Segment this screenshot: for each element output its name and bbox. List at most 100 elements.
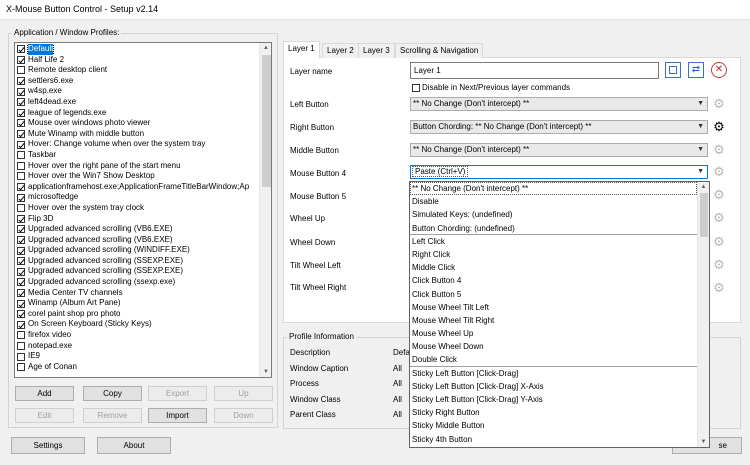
profile-checkbox[interactable] — [17, 278, 25, 287]
profile-checkbox[interactable] — [17, 55, 25, 64]
profile-checkbox[interactable] — [17, 204, 25, 213]
about-button[interactable]: About — [97, 437, 171, 454]
profile-list-item[interactable]: Age of Conan — [15, 362, 259, 373]
profile-list-item[interactable]: Upgraded advanced scrolling (SSEXP.EXE) — [15, 266, 259, 277]
copy-layer-icon[interactable] — [665, 62, 681, 78]
profile-list-item[interactable]: corel paint shop pro photo — [15, 309, 259, 320]
tab-layer-3[interactable]: Layer 3 — [358, 43, 395, 58]
dropdown-option[interactable]: Sticky 4th Button — [410, 433, 697, 446]
scroll-up-arrow-icon[interactable]: ▲ — [260, 43, 271, 53]
profile-list-item[interactable]: microsoftedge — [15, 192, 259, 203]
scroll-thumb[interactable] — [262, 55, 271, 187]
profile-checkbox[interactable] — [17, 193, 25, 202]
clear-layer-icon[interactable]: ✕ — [711, 62, 727, 78]
profile-checkbox[interactable] — [17, 352, 25, 361]
gear-icon[interactable]: ⚙ — [712, 234, 726, 249]
scroll-up-arrow-icon[interactable]: ▲ — [698, 182, 709, 192]
profiles-list[interactable]: Default Half Life 2 Remote desktop client s… — [14, 42, 272, 378]
profile-list-item[interactable]: w4sp.exe — [15, 86, 259, 97]
dropdown-option[interactable]: Mouse Wheel Tilt Right — [410, 314, 697, 327]
profile-checkbox[interactable] — [17, 331, 25, 340]
profile-list-item[interactable]: IE9 — [15, 351, 259, 362]
profile-checkbox[interactable] — [17, 363, 25, 372]
profile-checkbox[interactable] — [17, 214, 25, 223]
gear-icon[interactable]: ⚙ — [712, 119, 726, 134]
profile-checkbox[interactable] — [17, 299, 25, 308]
dropdown-option[interactable]: Disable — [410, 195, 697, 208]
profile-list-item[interactable]: notepad.exe — [15, 341, 259, 352]
profile-list-item[interactable]: applicationframehost.exe;ApplicationFram… — [15, 182, 259, 193]
edit-button[interactable]: Edit — [15, 408, 74, 423]
profile-list-item[interactable]: firefox video — [15, 330, 259, 341]
profile-list-item[interactable]: Media Center TV channels — [15, 288, 259, 299]
profile-checkbox[interactable] — [17, 87, 25, 96]
profile-list-item[interactable]: Upgraded advanced scrolling (VB6.EXE) — [15, 224, 259, 235]
dropdown-option[interactable]: Double Click — [410, 353, 697, 367]
disable-next-prev-checkbox[interactable] — [412, 84, 420, 92]
scroll-down-arrow-icon[interactable]: ▼ — [260, 367, 271, 377]
profile-list-item[interactable]: Hover over the right pane of the start m… — [15, 161, 259, 172]
right-button-combo[interactable]: Button Chording: ** No Change (Don't int… — [410, 120, 708, 134]
profile-checkbox[interactable] — [17, 341, 25, 350]
import-button[interactable]: Import — [148, 408, 207, 423]
export-button[interactable]: Export — [148, 386, 207, 401]
tab-layer-1[interactable]: Layer 1 — [283, 41, 320, 58]
dropdown-option[interactable]: Middle Click — [410, 261, 697, 274]
dropdown-option[interactable]: Mouse Wheel Up — [410, 327, 697, 340]
profile-checkbox[interactable] — [17, 130, 25, 139]
dropdown-option[interactable]: Sticky Right Button — [410, 406, 697, 419]
add-button[interactable]: Add — [15, 386, 74, 401]
dropdown-option[interactable]: ** No Change (Don't intercept) ** — [410, 182, 697, 196]
gear-icon[interactable]: ⚙ — [712, 210, 726, 225]
left-button-combo[interactable]: ** No Change (Don't intercept) ** ▼ — [410, 97, 708, 111]
profile-list-item[interactable]: Hover over the system tray clock — [15, 203, 259, 214]
profile-list-item[interactable]: On Screen Keyboard (Sticky Keys) — [15, 319, 259, 330]
dropdown-option[interactable]: Sticky Left Button [Click-Drag] — [410, 367, 697, 380]
profile-checkbox[interactable] — [17, 77, 25, 86]
profile-checkbox[interactable] — [17, 310, 25, 319]
dropdown-option[interactable]: Sticky Left Button [Click-Drag] X-Axis — [410, 380, 697, 393]
settings-button[interactable]: Settings — [11, 437, 85, 454]
up-button[interactable]: Up — [214, 386, 273, 401]
mouse-button-4-dropdown[interactable]: ** No Change (Don't intercept) ** Disable… — [409, 181, 710, 448]
dropdown-option[interactable]: Click Button 5 — [410, 288, 697, 301]
profile-checkbox[interactable] — [17, 225, 25, 234]
dropdown-option[interactable]: Button Chording: (undefined) — [410, 222, 697, 235]
copy-button[interactable]: Copy — [83, 386, 142, 401]
gear-icon[interactable]: ⚙ — [712, 96, 726, 111]
scroll-down-arrow-icon[interactable]: ▼ — [698, 437, 709, 447]
dropdown-scroll-thumb[interactable] — [700, 193, 708, 237]
profile-list-item[interactable]: Winamp (Album Art Pane) — [15, 298, 259, 309]
profile-checkbox[interactable] — [17, 257, 25, 266]
dropdown-option[interactable]: Right Click — [410, 248, 697, 261]
remove-button[interactable]: Remove — [83, 408, 142, 423]
dropdown-scrollbar[interactable]: ▲ ▼ — [697, 182, 709, 447]
gear-icon[interactable]: ⚙ — [712, 164, 726, 179]
profile-checkbox[interactable] — [17, 320, 25, 329]
profile-checkbox[interactable] — [17, 66, 25, 75]
profile-checkbox[interactable] — [17, 235, 25, 244]
profile-list-item[interactable]: Upgraded advanced scrolling (SSEXP.EXE) — [15, 256, 259, 267]
gear-icon[interactable]: ⚙ — [712, 257, 726, 272]
profile-checkbox[interactable] — [17, 267, 25, 276]
profile-checkbox[interactable] — [17, 119, 25, 128]
profile-list-item[interactable]: Upgraded advanced scrolling (WINDIFF.EXE… — [15, 245, 259, 256]
mouse-button-4-combo[interactable]: Paste (Ctrl+V) ▼ — [410, 165, 708, 179]
profile-checkbox[interactable] — [17, 183, 25, 192]
dropdown-option[interactable]: Mouse Wheel Tilt Left — [410, 301, 697, 314]
profile-checkbox[interactable] — [17, 161, 25, 170]
dropdown-option[interactable]: Sticky Left Button [Click-Drag] Y-Axis — [410, 393, 697, 406]
profile-checkbox[interactable] — [17, 288, 25, 297]
profile-list-item[interactable]: Taskbar — [15, 150, 259, 161]
profile-list-item[interactable]: Mouse over windows photo viewer — [15, 118, 259, 129]
profile-list-item[interactable]: Remote desktop client — [15, 65, 259, 76]
dropdown-option[interactable]: Mouse Wheel Down — [410, 340, 697, 353]
profile-list-item[interactable]: Upgraded advanced scrolling (ssexp.exe) — [15, 277, 259, 288]
profile-list-item[interactable]: settlers6.exe — [15, 76, 259, 87]
profile-checkbox[interactable] — [17, 151, 25, 160]
profile-list-item[interactable]: Hover: Change volume when over the syste… — [15, 139, 259, 150]
layer-name-input[interactable]: Layer 1 — [410, 62, 659, 79]
dropdown-option[interactable]: Click Button 4 — [410, 274, 697, 287]
profile-checkbox[interactable] — [17, 108, 25, 117]
dropdown-option[interactable]: Simulated Keys: (undefined) — [410, 208, 697, 221]
